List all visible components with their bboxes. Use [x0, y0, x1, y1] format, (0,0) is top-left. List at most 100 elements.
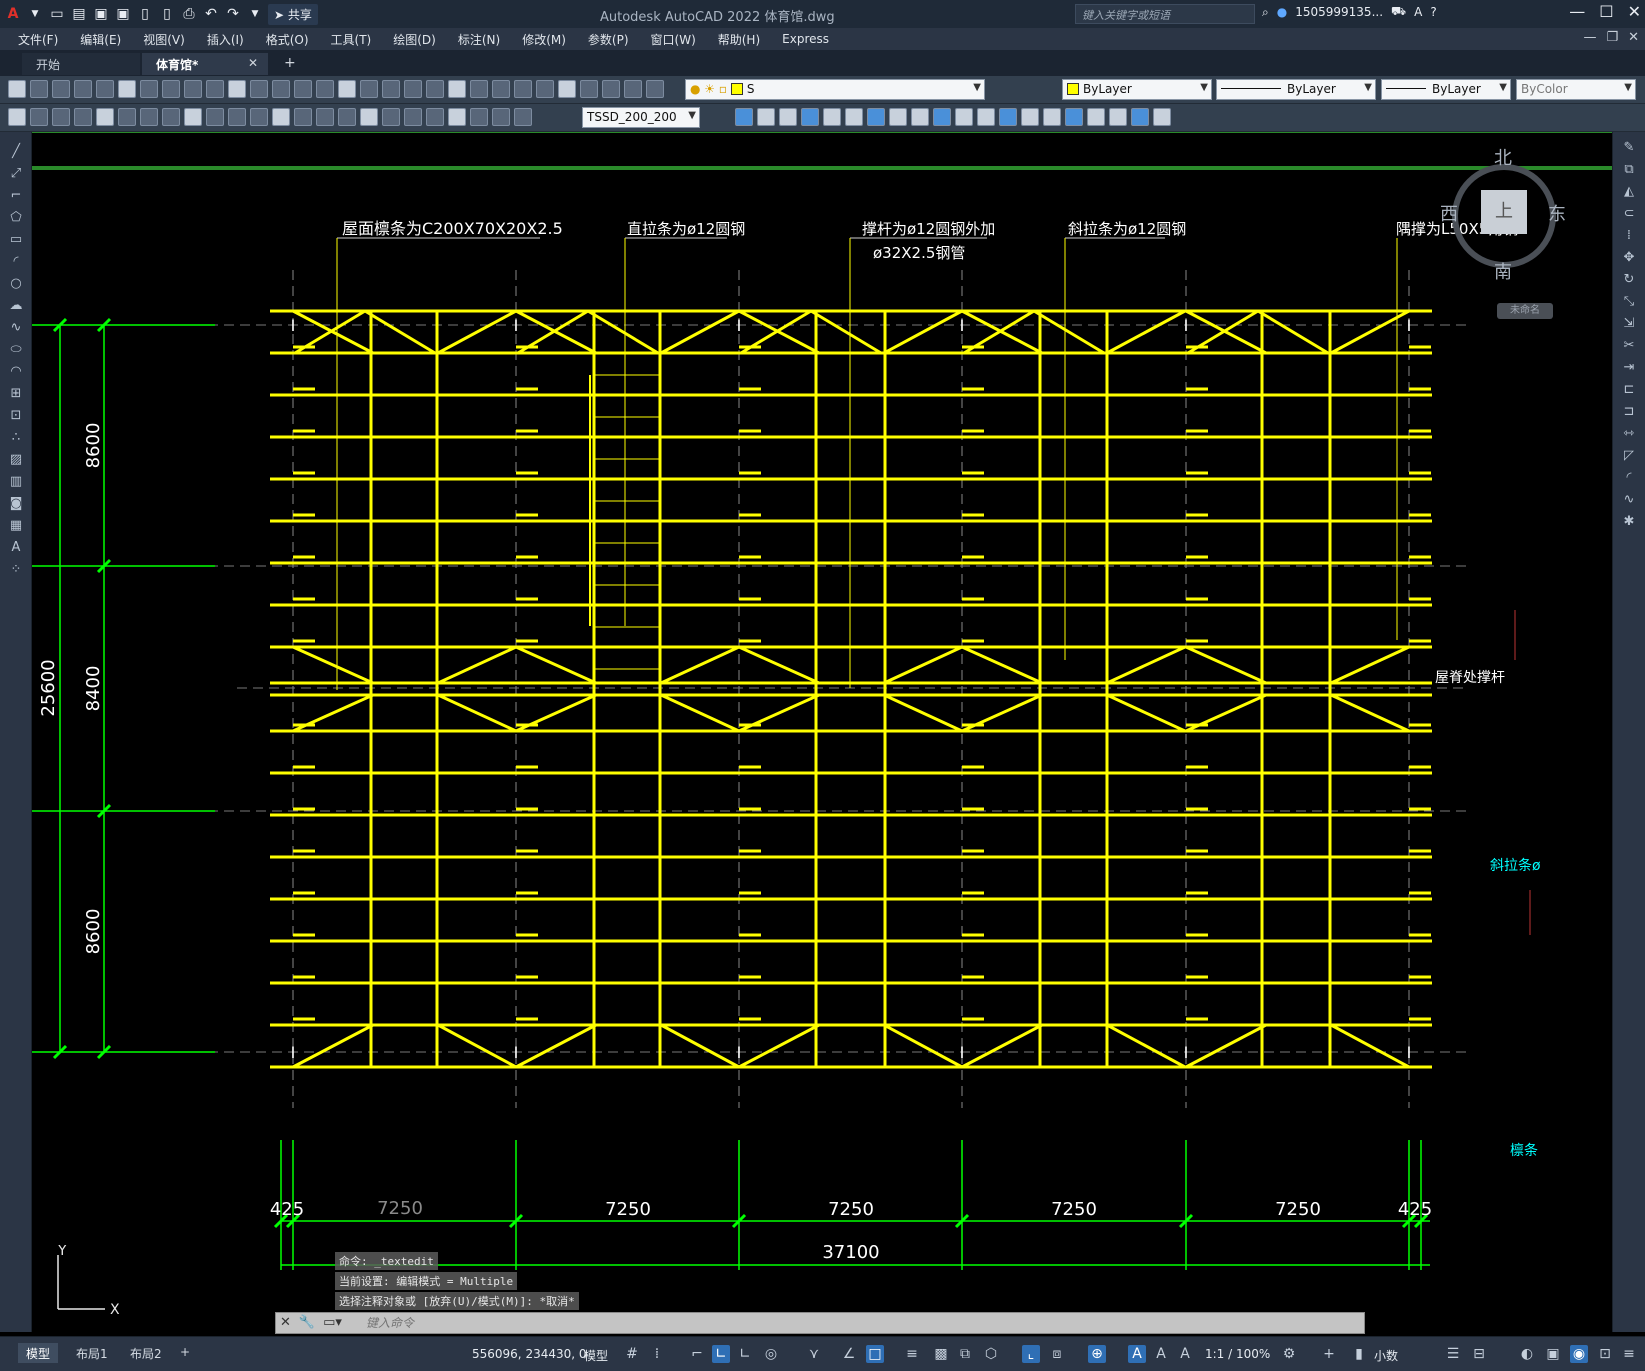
share-button[interactable]: ➤ 共享 [268, 3, 318, 25]
trim-icon[interactable]: ✂ [1621, 338, 1637, 354]
layer-dropdown[interactable]: ● ☀ ▫ S ▼ [685, 79, 985, 100]
menu-item[interactable]: 窗口(W) [651, 31, 696, 48]
region-icon[interactable]: ◙ [8, 496, 24, 512]
plotstyle-dropdown[interactable]: ByColor ▼ [1516, 79, 1636, 100]
standard-tool-icon[interactable] [294, 80, 312, 98]
standard-tool-icon[interactable] [206, 80, 224, 98]
selection-filter-icon[interactable]: ⧈ [1048, 1345, 1066, 1363]
chamfer-icon[interactable]: ◸ [1621, 448, 1637, 464]
standard-tool-icon[interactable] [426, 80, 444, 98]
annotation-visibility-icon[interactable]: A [1128, 1345, 1146, 1363]
quick-properties-icon[interactable]: ☰ [1444, 1345, 1462, 1363]
dimension-tool-icon[interactable] [250, 108, 268, 126]
color-dropdown[interactable]: ByLayer ▼ [1062, 79, 1212, 100]
customize-status-icon[interactable]: ⊡ [1596, 1345, 1614, 1363]
fillet-icon[interactable]: ◜ [1621, 470, 1637, 486]
modify-tool-icon[interactable] [823, 108, 841, 126]
doc-close-icon[interactable]: ✕ [1628, 30, 1639, 45]
lock-ui-icon[interactable]: ⊟ [1470, 1345, 1488, 1363]
array-icon[interactable]: ⁞ [1621, 228, 1637, 244]
a360-icon[interactable]: A [1414, 5, 1422, 19]
arc-icon[interactable]: ◜ [8, 254, 24, 270]
open-file-icon[interactable]: ▤ [70, 5, 88, 23]
dimension-tool-icon[interactable] [514, 108, 532, 126]
gradient-icon[interactable]: ▥ [8, 474, 24, 490]
dimension-tool-icon[interactable] [206, 108, 224, 126]
menu-item[interactable]: 插入(I) [207, 31, 244, 48]
modify-tool-icon[interactable] [845, 108, 863, 126]
dimension-tool-icon[interactable] [316, 108, 334, 126]
standard-tool-icon[interactable] [118, 80, 136, 98]
revcloud-icon[interactable]: ☁ [8, 298, 24, 314]
modify-tool-icon[interactable] [1131, 108, 1149, 126]
dimension-tool-icon[interactable] [404, 108, 422, 126]
viewcube[interactable]: 上 北 南 东 西 [1438, 140, 1568, 290]
save-web-icon[interactable]: ▯ [158, 5, 176, 23]
viewcube-east[interactable]: 东 [1548, 200, 1566, 226]
ellipse-icon[interactable]: ⬭ [8, 342, 24, 358]
autocad-logo-icon[interactable]: A [4, 5, 22, 23]
standard-tool-icon[interactable] [470, 80, 488, 98]
standard-tool-icon[interactable] [448, 80, 466, 98]
minimize-icon[interactable]: — [1569, 2, 1585, 21]
dimension-tool-icon[interactable] [470, 108, 488, 126]
menu-item[interactable]: 标注(N) [458, 31, 500, 48]
status-menu-icon[interactable]: ≡ [1620, 1345, 1638, 1363]
coordinate-readout[interactable]: 556096, 234430, 0 [472, 1347, 587, 1361]
rotate-icon[interactable]: ↻ [1621, 272, 1637, 288]
standard-tool-icon[interactable] [140, 80, 158, 98]
workspace-gear-icon[interactable]: ⚙ [1280, 1345, 1298, 1363]
polyline-icon[interactable]: ⌐ [8, 188, 24, 204]
modify-tool-icon[interactable] [1065, 108, 1083, 126]
menu-item[interactable]: 文件(F) [18, 31, 58, 48]
save-icon[interactable]: ▣ [92, 5, 110, 23]
close-icon[interactable]: ✕ [1628, 2, 1641, 21]
insert-block-icon[interactable]: ⊞ [8, 386, 24, 402]
graphics-performance-icon[interactable]: ▣ [1544, 1345, 1562, 1363]
standard-tool-icon[interactable] [514, 80, 532, 98]
modify-tool-icon[interactable] [911, 108, 929, 126]
add-layout-icon[interactable]: + [172, 1343, 198, 1363]
mtext-icon[interactable]: A [8, 540, 24, 556]
dimension-tool-icon[interactable] [382, 108, 400, 126]
doc-minimize-icon[interactable]: — [1583, 30, 1596, 45]
standard-tool-icon[interactable] [624, 80, 642, 98]
modify-tool-icon[interactable] [955, 108, 973, 126]
dimension-tool-icon[interactable] [8, 108, 26, 126]
drawing-canvas[interactable]: I I I I I I I I I I I I 屋面檩条为C200X70X20X2.5 直拉条为ø12圆钢… [32, 132, 1612, 1332]
isodraft-icon[interactable]: ⋎ [805, 1345, 823, 1363]
copy-icon[interactable]: ⧉ [1621, 162, 1637, 178]
add-selected-icon[interactable]: ⁘ [8, 562, 24, 578]
menu-item[interactable]: 格式(O) [266, 31, 309, 48]
standard-tool-icon[interactable] [536, 80, 554, 98]
customize-qa-icon[interactable]: ▼ [246, 5, 264, 23]
modify-tool-icon[interactable] [801, 108, 819, 126]
dimension-tool-icon[interactable] [338, 108, 356, 126]
gizmo-icon[interactable]: ⊕ [1088, 1345, 1106, 1363]
dimstyle-dropdown[interactable]: TSSD_200_200 ▼ [582, 107, 700, 128]
linetype-dropdown[interactable]: ByLayer ▼ [1216, 79, 1376, 100]
dynamic-input-icon[interactable]: ∟ [736, 1345, 754, 1363]
ellipse-arc-icon[interactable]: ◠ [8, 364, 24, 380]
dimension-tool-icon[interactable] [140, 108, 158, 126]
auto-scale-icon[interactable]: A [1152, 1345, 1170, 1363]
construction-line-icon[interactable]: ⤢ [8, 166, 24, 182]
save-as-icon[interactable]: ▣ [114, 5, 132, 23]
dimension-tool-icon[interactable] [360, 108, 378, 126]
rectangle-icon[interactable]: ▭ [8, 232, 24, 248]
modify-tool-icon[interactable] [933, 108, 951, 126]
units-icon[interactable]: ▮ [1350, 1345, 1368, 1363]
infer-constraints-icon[interactable]: ⌐ [688, 1345, 706, 1363]
standard-tool-icon[interactable] [360, 80, 378, 98]
grid-icon[interactable]: # [623, 1345, 641, 1363]
standard-tool-icon[interactable] [646, 80, 664, 98]
dimension-tool-icon[interactable] [74, 108, 92, 126]
modify-tool-icon[interactable] [735, 108, 753, 126]
standard-tool-icon[interactable] [228, 80, 246, 98]
clean-screen-icon[interactable]: ◉ [1570, 1345, 1588, 1363]
user-name[interactable]: 1505999135... [1295, 5, 1383, 19]
viewcube-west[interactable]: 西 [1440, 200, 1458, 226]
spline-icon[interactable]: ∿ [8, 320, 24, 336]
help-icon[interactable]: ? [1430, 5, 1436, 19]
layout-tab-1[interactable]: 布局1 [68, 1343, 116, 1363]
